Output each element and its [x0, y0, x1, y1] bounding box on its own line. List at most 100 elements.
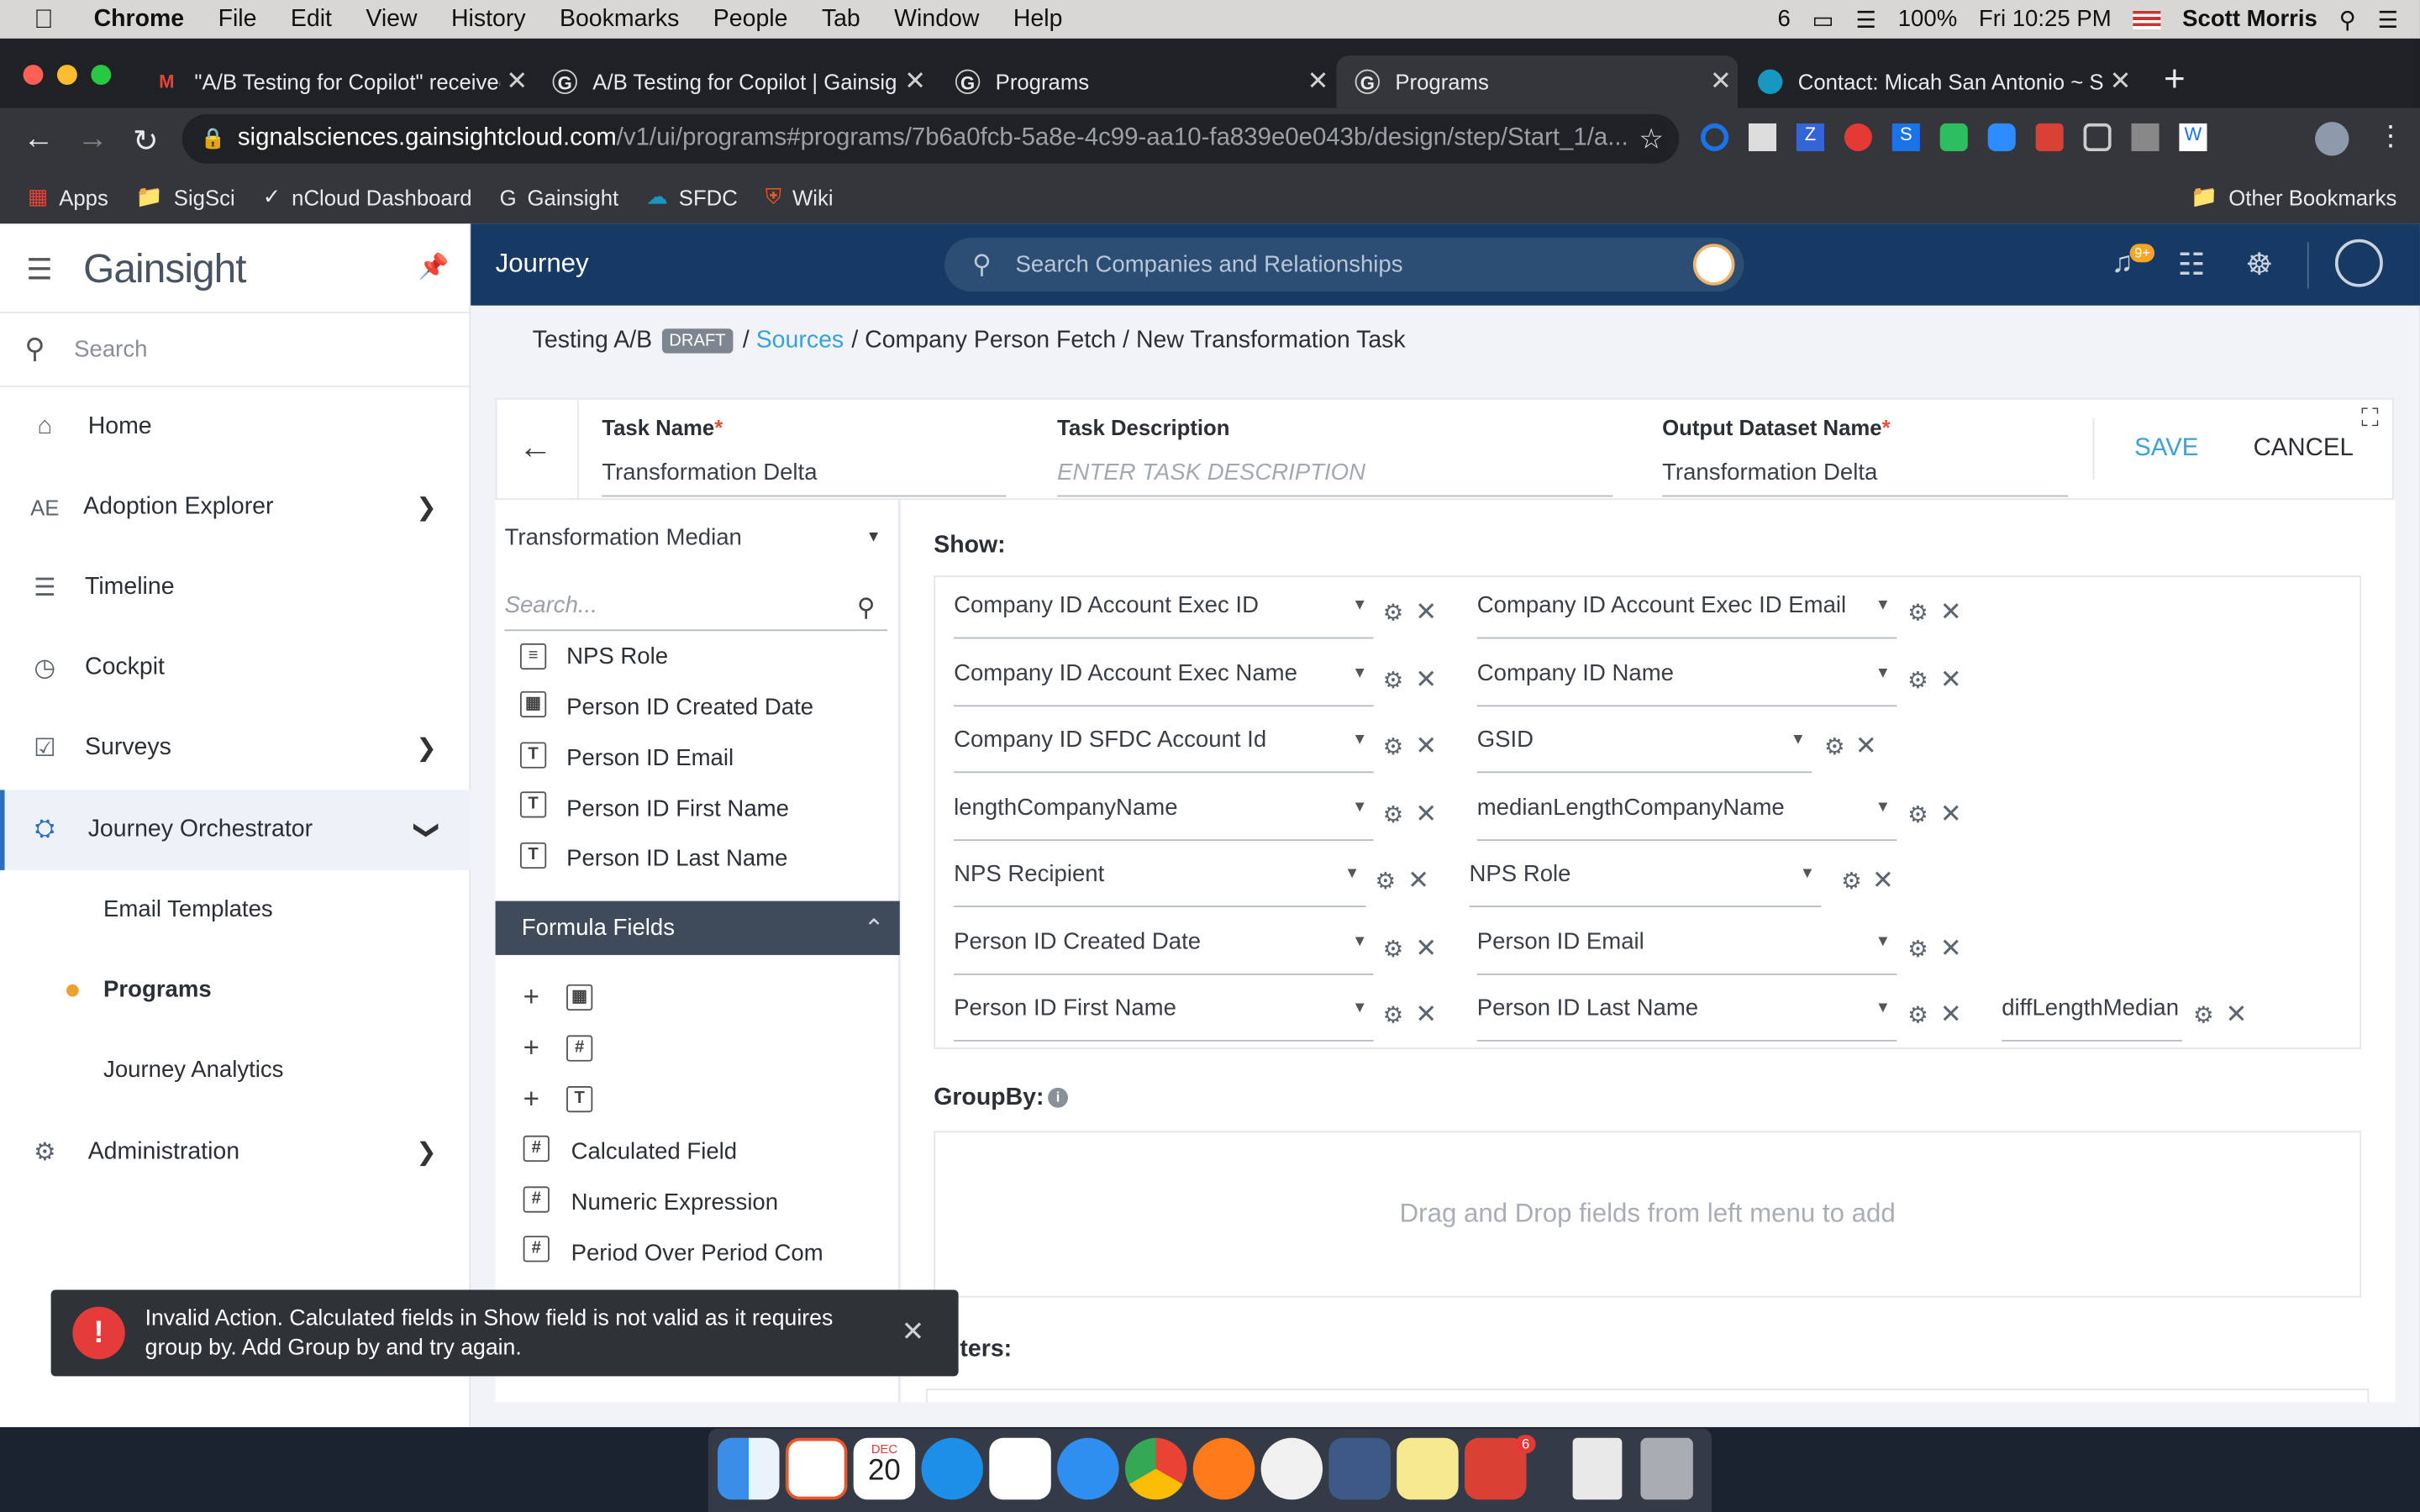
bookmark-wiki[interactable]: ⛨ Wiki	[765, 184, 834, 210]
clock[interactable]: Fri 10:25 PM	[1979, 6, 2112, 32]
show-field-select[interactable]: Person ID First Name ▼	[954, 995, 1374, 1042]
zoom-icon[interactable]	[1987, 123, 2016, 151]
extension-icon[interactable]	[2131, 123, 2160, 151]
field-item[interactable]: Person ID Email	[566, 745, 734, 771]
close-icon[interactable]: ✕	[1407, 865, 1429, 896]
field-item[interactable]: Person ID First Name	[566, 796, 789, 822]
other-bookmarks[interactable]: 📁 Other Bookmarks	[2191, 184, 2396, 210]
airplay-icon[interactable]: ▭	[1812, 5, 1834, 33]
breadcrumb-sources[interactable]: Sources	[756, 327, 844, 354]
menu-window[interactable]: Window	[894, 5, 979, 33]
sidebar-item-surveys[interactable]: ☑ Surveys ❯	[0, 708, 471, 789]
close-window-button[interactable]	[23, 65, 44, 86]
menu-file[interactable]: File	[218, 5, 257, 33]
gear-icon[interactable]: ⚙	[1907, 935, 1928, 963]
profile-avatar[interactable]	[2315, 122, 2349, 156]
gear-icon[interactable]: ⚙	[1907, 801, 1928, 828]
close-icon[interactable]: ✕	[1940, 597, 1962, 628]
sidebar-subitem-email-templates[interactable]: Email Templates	[103, 896, 273, 922]
notes-icon[interactable]	[1397, 1437, 1459, 1500]
gear-icon[interactable]: ⚙	[1907, 666, 1928, 694]
slack-icon[interactable]	[989, 1437, 1051, 1500]
close-icon[interactable]: ✕	[1415, 665, 1437, 696]
show-field-select[interactable]: Person ID Email ▼	[1476, 929, 1897, 975]
show-field-select[interactable]: NPS Role ▼	[1469, 861, 1822, 907]
fullscreen-icon[interactable]: ⛶	[2361, 406, 2379, 433]
menu-edit[interactable]: Edit	[291, 5, 332, 33]
close-icon[interactable]: ✕	[1415, 1000, 1437, 1031]
show-field-select[interactable]: medianLengthCompanyName ▼	[1476, 795, 1897, 842]
browser-tab[interactable]: G Programs ✕	[937, 55, 1335, 108]
close-icon[interactable]: ✕	[1415, 933, 1437, 964]
forward-icon[interactable]: →	[77, 122, 108, 157]
show-field-select[interactable]: NPS Recipient ▼	[954, 861, 1366, 907]
task-name-field[interactable]: Task Name* Transformation Delta	[602, 415, 1007, 497]
show-field-select[interactable]: lengthCompanyName ▼	[954, 795, 1374, 842]
show-field-select[interactable]: Company ID Account Exec Name ▼	[954, 660, 1374, 707]
gear-icon[interactable]: ⚙	[1907, 599, 1928, 626]
output-dataset-input[interactable]: Transformation Delta	[1662, 459, 2069, 497]
gear-icon[interactable]: ⚙	[1383, 732, 1404, 760]
close-toast-icon[interactable]: ✕	[902, 1316, 925, 1349]
task-description-field[interactable]: Task Description ENTER TASK DESCRIPTION	[1057, 415, 1613, 497]
show-calculated-field[interactable]: diffLengthMedian	[2002, 995, 2183, 1042]
gear-icon[interactable]: ⚙	[1907, 1001, 1928, 1029]
menu-history[interactable]: History	[451, 5, 526, 33]
breadcrumb-program[interactable]: Testing A/B	[533, 327, 652, 354]
menu-tab[interactable]: Tab	[822, 5, 860, 33]
extension-icon[interactable]: Z	[1796, 123, 1824, 151]
calendar-icon[interactable]: DEC 20	[853, 1437, 916, 1500]
control-center-icon[interactable]: ☰	[2378, 5, 2399, 33]
bookmark-sigsci[interactable]: 📁 SigSci	[136, 184, 235, 210]
formula-item[interactable]: Numeric Expression	[571, 1189, 779, 1215]
close-icon[interactable]: ✕	[1872, 865, 1894, 896]
chevron-up-icon[interactable]: ⌃	[864, 912, 885, 943]
finder-icon[interactable]	[718, 1437, 780, 1500]
bookmark-gainsight[interactable]: G Gainsight	[500, 184, 619, 208]
close-tab-icon[interactable]: ✕	[1704, 66, 1738, 97]
apple-menu-icon[interactable]: 	[34, 4, 53, 35]
firefox-icon[interactable]	[1192, 1437, 1255, 1500]
close-tab-icon[interactable]: ✕	[2103, 66, 2137, 97]
extension-icon[interactable]: W	[2179, 123, 2207, 151]
address-bar[interactable]: 🔒 signalsciences.gainsightcloud.com/v1/u…	[182, 113, 1680, 164]
trash-icon[interactable]	[1640, 1437, 1693, 1500]
show-field-select[interactable]: Person ID Last Name ▼	[1476, 995, 1897, 1042]
output-dataset-field[interactable]: Output Dataset Name* Transformation Delt…	[1662, 415, 2069, 497]
menu-app-name[interactable]: Chrome	[94, 5, 185, 33]
help-icon[interactable]: ☸	[2245, 245, 2273, 284]
source-select[interactable]: Transformation Median ▼	[505, 524, 888, 570]
close-icon[interactable]: ✕	[1415, 597, 1437, 628]
menu-help[interactable]: Help	[1013, 5, 1063, 33]
add-icon[interactable]: +	[523, 981, 539, 1014]
field-item[interactable]: NPS Role	[566, 643, 668, 669]
groupby-dropzone[interactable]: Drag and Drop fields from left menu to a…	[934, 1131, 2362, 1298]
show-field-select[interactable]: Company ID Account Exec ID ▼	[954, 592, 1374, 639]
menu-bookmarks[interactable]: Bookmarks	[560, 5, 679, 33]
evernote-icon[interactable]	[1939, 123, 1968, 151]
sidebar-subitem-journey-analytics[interactable]: Journey Analytics	[103, 1057, 283, 1083]
extension-icon[interactable]	[1844, 123, 1872, 151]
browser-tab[interactable]: Contact: Micah San Antonio ~ Sal ✕	[1739, 55, 2138, 108]
bookmark-star-icon[interactable]: ☆	[1639, 123, 1664, 155]
screen-sharing-icon[interactable]	[1328, 1437, 1391, 1500]
show-field-select[interactable]: Person ID Created Date ▼	[954, 929, 1374, 975]
show-field-select[interactable]: Company ID SFDC Account Id ▼	[954, 727, 1374, 774]
bookmark-apps[interactable]: ▦ Apps	[28, 184, 108, 210]
task-description-input[interactable]: ENTER TASK DESCRIPTION	[1057, 459, 1613, 497]
sidebar-item-home[interactable]: ⌂ Home	[0, 387, 471, 468]
gear-icon[interactable]: ⚙	[1383, 599, 1404, 626]
close-tab-icon[interactable]: ✕	[898, 66, 932, 97]
close-icon[interactable]: ✕	[1415, 732, 1437, 763]
wifi-icon[interactable]: ☰	[1855, 5, 1876, 33]
minimize-window-button[interactable]	[56, 65, 77, 86]
sidebar-item-adoption-explorer[interactable]: AE Adoption Explorer ❯	[0, 468, 471, 549]
info-icon[interactable]: i	[1048, 1087, 1068, 1108]
close-icon[interactable]: ✕	[1940, 799, 1962, 830]
browser-tab[interactable]: M "A/B Testing for Copilot" received ✕	[136, 55, 534, 108]
formula-fields-header[interactable]: Formula Fields ⌃	[495, 900, 900, 955]
close-icon[interactable]: ✕	[1940, 1000, 1962, 1031]
formula-item[interactable]: Period Over Period Com	[571, 1241, 823, 1267]
show-field-select[interactable]: Company ID Name ▼	[1476, 660, 1897, 707]
extension-icon[interactable]: S	[1891, 123, 1920, 151]
